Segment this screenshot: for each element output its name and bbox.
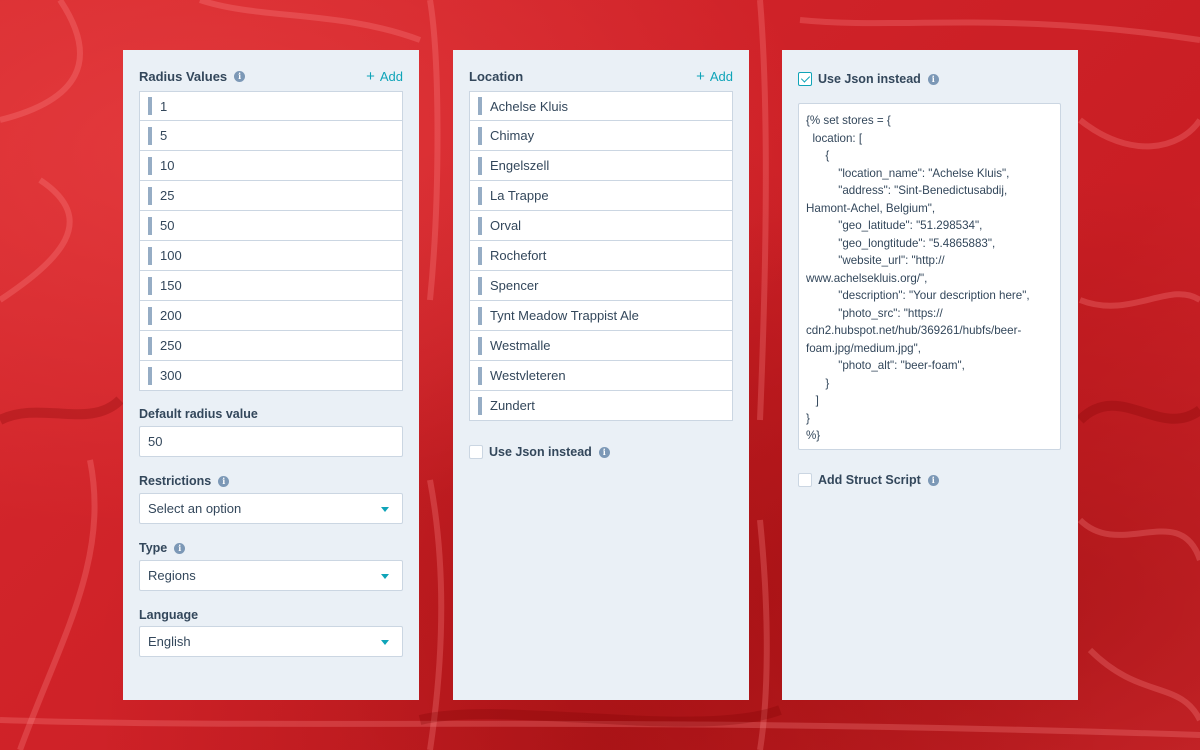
plus-icon: + — [696, 67, 705, 85]
language-select-value: English — [148, 634, 191, 649]
use-json-label: Use Json instead — [818, 72, 921, 86]
language-label: Language — [139, 608, 199, 622]
info-icon[interactable]: i — [927, 73, 939, 85]
list-item[interactable]: 1 — [139, 91, 403, 121]
add-radius-label: Add — [379, 68, 403, 84]
restrictions-label: Restrictions i — [139, 474, 230, 488]
json-code-textarea[interactable]: {% set stores = { location: [ { "locatio… — [798, 103, 1061, 450]
drag-handle-icon[interactable] — [478, 126, 482, 145]
drag-handle-icon[interactable] — [148, 306, 152, 325]
info-icon[interactable]: i — [174, 542, 186, 554]
drag-handle-icon[interactable] — [478, 97, 482, 115]
restrictions-select[interactable]: Select an option — [139, 493, 403, 524]
struct-script-checkbox[interactable] — [798, 473, 812, 487]
add-location-label: Add — [709, 68, 733, 84]
radius-values-title: Radius Values — [139, 68, 228, 84]
list-item[interactable]: Zundert — [469, 391, 733, 421]
drag-handle-icon[interactable] — [148, 97, 152, 115]
list-item[interactable]: 50 — [139, 211, 403, 241]
list-item[interactable]: Engelszell — [469, 151, 733, 181]
list-item[interactable]: Rochefort — [469, 241, 733, 271]
use-json-checkbox-row[interactable]: Use Json instead i — [469, 445, 610, 459]
drag-handle-icon[interactable] — [478, 396, 482, 415]
struct-script-label: Add Struct Script — [818, 473, 921, 487]
info-icon[interactable]: i — [927, 474, 939, 486]
json-panel: Use Json instead i {% set stores = { loc… — [782, 50, 1078, 700]
info-icon[interactable]: i — [598, 446, 610, 458]
default-radius-input[interactable]: 50 — [139, 426, 403, 457]
language-select[interactable]: English — [139, 626, 403, 657]
drag-handle-icon[interactable] — [478, 276, 482, 295]
list-item[interactable]: 250 — [139, 331, 403, 361]
list-item[interactable]: Orval — [469, 211, 733, 241]
restrictions-label-text: Restrictions — [139, 474, 212, 488]
type-select-value: Regions — [148, 568, 196, 583]
radius-values-list: 1 5 10 25 50 100 150 200 250 300 — [139, 91, 403, 391]
list-item[interactable]: 100 — [139, 241, 403, 271]
location-list: Achelse Kluis Chimay Engelszell La Trapp… — [469, 91, 733, 421]
use-json-label: Use Json instead — [489, 445, 592, 459]
drag-handle-icon[interactable] — [478, 306, 482, 325]
list-item[interactable]: Westvleteren — [469, 361, 733, 391]
radius-values-header: Radius Values i + Add — [139, 68, 403, 84]
restrictions-select-value: Select an option — [148, 501, 242, 516]
drag-handle-icon[interactable] — [148, 336, 152, 355]
location-panel: Location + Add Achelse Kluis Chimay Enge… — [453, 50, 749, 700]
caret-down-icon — [381, 640, 389, 645]
drag-handle-icon[interactable] — [478, 156, 482, 175]
drag-handle-icon[interactable] — [478, 366, 482, 385]
caret-down-icon — [381, 507, 389, 512]
list-item[interactable]: La Trappe — [469, 181, 733, 211]
type-select[interactable]: Regions — [139, 560, 403, 591]
drag-handle-icon[interactable] — [478, 216, 482, 235]
drag-handle-icon[interactable] — [148, 186, 152, 205]
drag-handle-icon[interactable] — [148, 126, 152, 145]
list-item[interactable]: 300 — [139, 361, 403, 391]
list-item[interactable]: Achelse Kluis — [469, 91, 733, 121]
list-item[interactable]: Westmalle — [469, 331, 733, 361]
add-location-button[interactable]: + Add — [696, 69, 733, 84]
drag-handle-icon[interactable] — [148, 246, 152, 265]
list-item[interactable]: 150 — [139, 271, 403, 301]
list-item[interactable]: 25 — [139, 181, 403, 211]
info-icon[interactable]: i — [234, 70, 246, 82]
caret-down-icon — [381, 574, 389, 579]
drag-handle-icon[interactable] — [148, 276, 152, 295]
drag-handle-icon[interactable] — [148, 156, 152, 175]
use-json-checkbox-row[interactable]: Use Json instead i — [798, 72, 939, 86]
list-item[interactable]: Tynt Meadow Trappist Ale — [469, 301, 733, 331]
list-item[interactable]: 10 — [139, 151, 403, 181]
radius-settings-panel: Radius Values i + Add 1 5 10 25 50 100 1… — [123, 50, 419, 700]
plus-icon: + — [366, 67, 375, 85]
list-item[interactable]: Spencer — [469, 271, 733, 301]
list-item[interactable]: 5 — [139, 121, 403, 151]
default-radius-label: Default radius value — [139, 407, 258, 421]
struct-script-checkbox-row[interactable]: Add Struct Script i — [798, 473, 939, 487]
checkmark-icon[interactable] — [798, 72, 812, 86]
list-item[interactable]: 200 — [139, 301, 403, 331]
list-item[interactable]: Chimay — [469, 121, 733, 151]
info-icon[interactable]: i — [218, 475, 230, 487]
drag-handle-icon[interactable] — [478, 246, 482, 265]
drag-handle-icon[interactable] — [148, 216, 152, 235]
location-header: Location + Add — [469, 68, 733, 84]
drag-handle-icon[interactable] — [478, 336, 482, 355]
location-title: Location — [469, 68, 524, 84]
drag-handle-icon[interactable] — [148, 366, 152, 385]
drag-handle-icon[interactable] — [478, 186, 482, 205]
type-label-text: Type — [139, 541, 168, 555]
type-label: Type i — [139, 541, 186, 555]
use-json-checkbox[interactable] — [469, 445, 483, 459]
add-radius-button[interactable]: + Add — [366, 69, 403, 84]
